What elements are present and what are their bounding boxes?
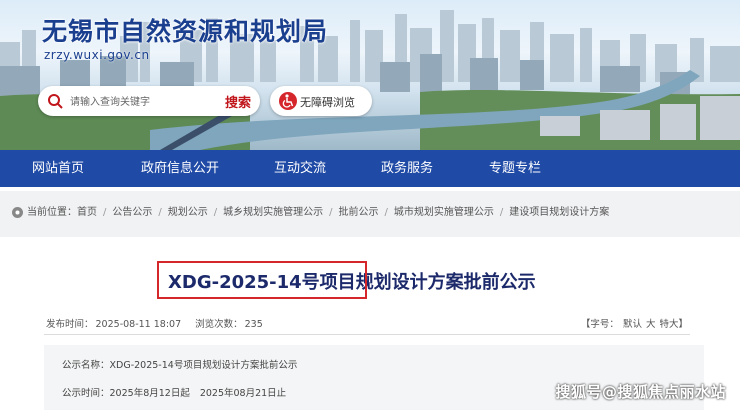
font-size-default[interactable]: 默认 [623,319,642,330]
wheelchair-icon [279,92,297,110]
breadcrumb-project-scheme[interactable]: 建设项目规划设计方案 [509,207,609,218]
article-meta: 发布时间： 2025-08-11 18:07 浏览次数： 235 [46,316,263,330]
nav-item-services[interactable]: 政务服务 [381,150,433,187]
font-size-label: 【字号： [580,319,619,330]
font-size-control: 【字号： 默认大特大】 [581,316,688,330]
breadcrumb-planning-notice[interactable]: 规划公示 [168,207,208,218]
publish-label: 发布时间： [46,319,94,330]
breadcrumb-separator: / [158,207,162,218]
breadcrumb-announcements[interactable]: 公告公示 [112,207,152,218]
notice-time-end: 2025年08月21日止 [199,388,287,399]
watermark: 搜狐号@搜狐焦点丽水站 [555,383,726,401]
font-size-large[interactable]: 大 [646,319,656,330]
main-nav: 网站首页 政府信息公开 互动交流 政务服务 专题专栏 [0,150,740,187]
breadcrumb: 当前位置：首页 / 公告公示 / 规划公示 / 城乡规划实施管理公示 / 批前公示 / 城市规划实施… [0,191,740,237]
accessibility-label: 无障碍浏览 [300,96,355,109]
nav-item-interaction[interactable]: 互动交流 [274,150,326,187]
search-input[interactable] [68,91,212,113]
notice-name: XDG-2025-14号项目规划设计方案批前公示 [109,360,298,371]
breadcrumb-urban-rural[interactable]: 城乡规划实施管理公示 [223,207,323,218]
location-icon [12,207,23,218]
search-icon [48,94,63,109]
article-title-rest: 规划设计方案批前公示 [355,272,536,293]
notice-time-label: 公示时间： [62,388,110,399]
breadcrumb-separator: / [499,207,504,218]
nav-item-topics[interactable]: 专题专栏 [489,150,541,187]
nav-item-gov-info[interactable]: 政府信息公开 [141,150,219,187]
font-size-close: 】 [678,319,688,330]
divider [44,334,690,335]
breadcrumb-city-planning[interactable]: 城市规划实施管理公示 [394,207,494,218]
site-url: zrzy.wuxi.gov.cn [44,48,150,62]
breadcrumb-separator: / [213,207,218,218]
breadcrumb-separator: / [384,207,388,218]
header-banner: 无锡市自然资源和规划局 zrzy.wuxi.gov.cn 搜索 无障碍浏览 [0,0,740,150]
highlight-box [157,261,367,299]
breadcrumb-prefix: 当前位置： [27,207,77,218]
accessibility-button[interactable]: 无障碍浏览 [270,86,372,116]
breadcrumb-separator: / [329,207,333,218]
views-label: 浏览次数： [195,319,243,330]
font-size-xlarge[interactable]: 特大 [659,319,678,330]
search-button[interactable]: 搜索 [225,92,251,111]
search-box: 搜索 [38,86,260,116]
views-count: 235 [244,319,263,330]
notice-name-row: 公示名称：XDG-2025-14号项目规划设计方案批前公示 [62,357,297,371]
notice-time-start: 2025年8月12日起 [109,388,190,399]
site-title: 无锡市自然资源和规划局 [42,17,329,46]
breadcrumb-pre-approval[interactable]: 批前公示 [339,207,379,218]
publish-time: 2025-08-11 18:07 [95,319,182,330]
breadcrumb-home[interactable]: 首页 [77,207,97,218]
breadcrumb-separator: / [103,207,107,218]
notice-name-label: 公示名称： [62,360,110,371]
notice-time-row: 公示时间：2025年8月12日起 2025年08月21日止 [62,385,286,399]
nav-item-home[interactable]: 网站首页 [32,150,84,187]
